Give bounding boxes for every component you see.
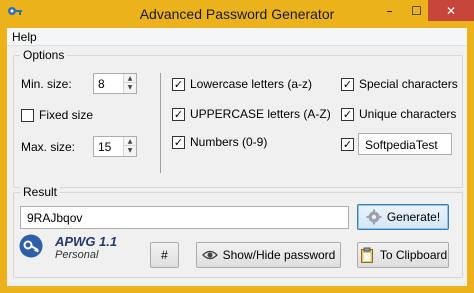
unique-characters-checkbox[interactable]: ✓ bbox=[341, 108, 354, 121]
result-group-label: Result bbox=[20, 185, 61, 199]
hash-label: # bbox=[161, 248, 168, 262]
max-size-label: Max. size: bbox=[21, 140, 76, 154]
max-size-decrement[interactable]: ▼ bbox=[124, 146, 136, 155]
numbers-label: Numbers (0-9) bbox=[190, 135, 268, 149]
generate-button[interactable]: Generate! bbox=[357, 204, 449, 230]
custom-characters-input[interactable]: SoftpediaTest bbox=[358, 133, 452, 155]
eye-icon bbox=[201, 250, 218, 260]
uppercase-checkbox[interactable]: ✓ bbox=[172, 108, 185, 121]
fixed-size-label: Fixed size bbox=[39, 108, 94, 122]
fixed-size-checkbox[interactable] bbox=[21, 109, 34, 122]
options-group-label: Options bbox=[20, 48, 68, 62]
password-value: 9RAJbqov bbox=[27, 211, 83, 225]
lowercase-label: Lowercase letters (a-z) bbox=[190, 77, 313, 91]
special-characters-checkbox[interactable]: ✓ bbox=[341, 78, 354, 91]
custom-characters-value: SoftpediaTest bbox=[365, 138, 438, 152]
min-size-value: 8 bbox=[98, 77, 105, 91]
maximize-button[interactable]: ☐ bbox=[403, 0, 430, 21]
close-button[interactable]: ✕ bbox=[428, 0, 474, 21]
password-output[interactable]: 9RAJbqov bbox=[20, 206, 349, 229]
max-size-value: 15 bbox=[98, 140, 112, 154]
menu-bar: Help bbox=[7, 28, 467, 46]
clipboard-icon bbox=[360, 247, 373, 263]
numbers-checkbox[interactable]: ✓ bbox=[172, 136, 185, 149]
max-size-increment[interactable]: ▲ bbox=[124, 137, 136, 146]
app-name: APWG 1.1 bbox=[55, 234, 118, 249]
max-size-spinner[interactable]: 15 ▲ ▼ bbox=[93, 136, 137, 157]
show-hide-password-button[interactable]: Show/Hide password bbox=[196, 242, 341, 268]
unique-characters-label: Unique characters bbox=[359, 107, 457, 121]
show-hide-password-label: Show/Hide password bbox=[222, 248, 336, 262]
app-edition: Personal bbox=[55, 249, 99, 261]
custom-characters-checkbox[interactable]: ✓ bbox=[341, 138, 354, 151]
uppercase-label: UPPERCASE letters (A-Z) bbox=[190, 107, 331, 121]
menu-help[interactable]: Help bbox=[12, 30, 37, 44]
hash-button[interactable]: # bbox=[150, 242, 179, 268]
generate-label: Generate! bbox=[386, 210, 441, 224]
minimize-button[interactable]: – bbox=[376, 0, 403, 21]
app-window: Advanced Password Generator – ☐ ✕ Help O… bbox=[0, 0, 474, 293]
gear-icon bbox=[366, 209, 382, 225]
min-size-increment[interactable]: ▲ bbox=[124, 74, 136, 83]
to-clipboard-label: To Clipboard bbox=[379, 248, 448, 262]
to-clipboard-button[interactable]: To Clipboard bbox=[357, 242, 449, 268]
min-size-spinner[interactable]: 8 ▲ ▼ bbox=[93, 73, 137, 94]
min-size-decrement[interactable]: ▼ bbox=[124, 83, 136, 92]
options-divider bbox=[160, 73, 161, 173]
title-bar[interactable]: Advanced Password Generator – ☐ ✕ bbox=[0, 0, 474, 28]
lowercase-checkbox[interactable]: ✓ bbox=[172, 78, 185, 91]
min-size-label: Min. size: bbox=[21, 77, 72, 91]
key-icon bbox=[19, 234, 43, 258]
client-area: Help Options Min. size: 8 ▲ ▼ Fixed size… bbox=[7, 28, 467, 286]
options-group: Options Min. size: 8 ▲ ▼ Fixed size Max.… bbox=[13, 48, 463, 188]
special-characters-label: Special characters bbox=[359, 77, 458, 91]
